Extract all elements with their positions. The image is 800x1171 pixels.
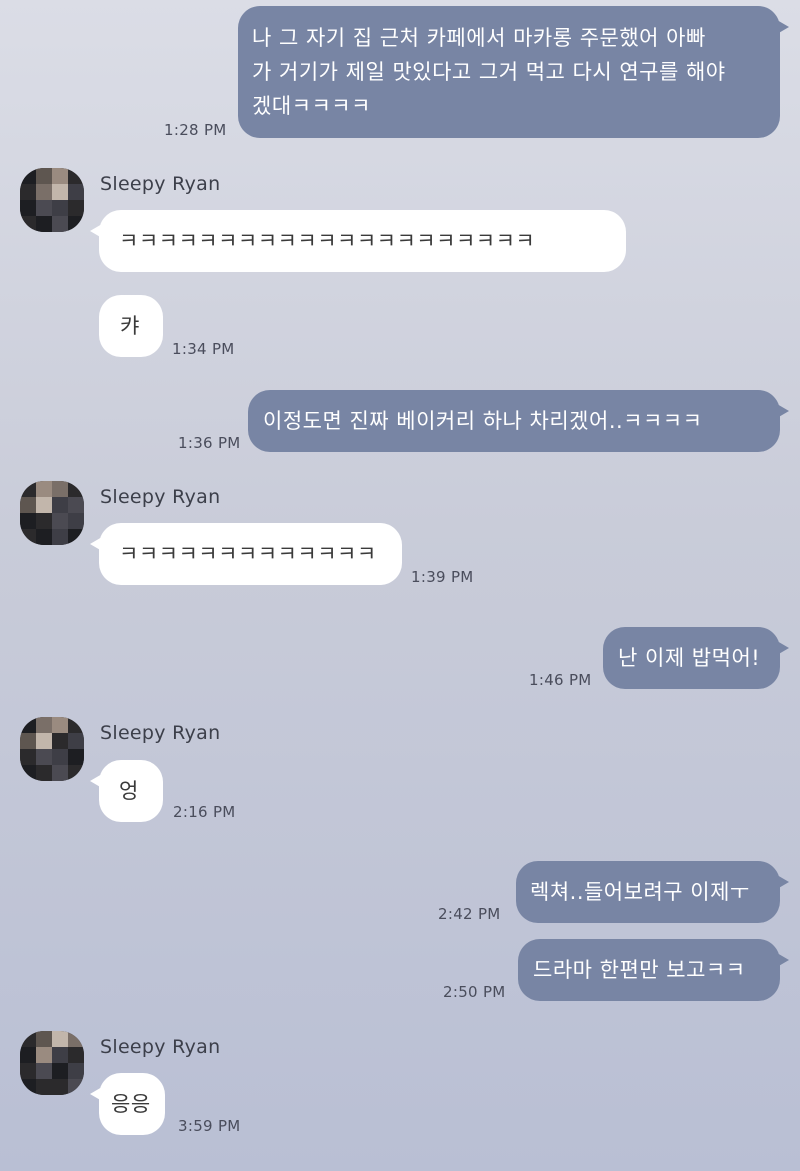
message-timestamp: 3:59 PM — [178, 1117, 241, 1135]
message-timestamp: 1:46 PM — [529, 671, 592, 689]
message-text: 렉쳐..들어보려구 이제ㅜ — [530, 880, 750, 904]
message-text: 캬 — [120, 314, 140, 338]
contact-name: Sleepy Ryan — [100, 173, 221, 195]
outgoing-message-bubble[interactable]: 드라마 한편만 보고ㅋㅋ — [518, 939, 789, 1001]
message-timestamp: 2:50 PM — [443, 983, 506, 1001]
incoming-message-bubble[interactable]: 엉 — [90, 760, 163, 822]
message-timestamp: 1:39 PM — [411, 568, 474, 586]
message-text: 응응 — [111, 1092, 151, 1116]
outgoing-message-bubble[interactable]: 난 이제 밥먹어! — [603, 627, 789, 689]
chat-transcript: 나 그 자기 집 근처 카페에서 마카롱 주문했어 아빠 가 거기가 제일 맛있… — [0, 0, 800, 1171]
message-text-line: 가 거기가 제일 맛있다고 그거 먹고 다시 연구를 해야 — [252, 60, 726, 84]
message-text: ㅋㅋㅋㅋㅋㅋㅋㅋㅋㅋㅋㅋㅋㅋㅋㅋㅋㅋㅋㅋㅋ — [119, 229, 536, 253]
contact-name: Sleepy Ryan — [100, 1036, 221, 1058]
message-text: ㅋㅋㅋㅋㅋㅋㅋㅋㅋㅋㅋㅋㅋ — [119, 542, 377, 566]
outgoing-message-bubble[interactable]: 이정도면 진짜 베이커리 하나 차리겠어..ㅋㅋㅋㅋ — [248, 390, 789, 452]
contact-name: Sleepy Ryan — [100, 486, 221, 508]
contact-name: Sleepy Ryan — [100, 722, 221, 744]
contact-avatar[interactable] — [20, 717, 84, 781]
contact-avatar[interactable] — [20, 1031, 84, 1095]
incoming-message-bubble[interactable]: ㅋㅋㅋㅋㅋㅋㅋㅋㅋㅋㅋㅋㅋ — [90, 523, 402, 585]
outgoing-message-bubble[interactable]: 나 그 자기 집 근처 카페에서 마카롱 주문했어 아빠 가 거기가 제일 맛있… — [238, 6, 789, 138]
message-timestamp: 1:36 PM — [178, 434, 241, 452]
message-text-line: 나 그 자기 집 근처 카페에서 마카롱 주문했어 아빠 — [252, 26, 706, 50]
incoming-message-bubble[interactable]: ㅋㅋㅋㅋㅋㅋㅋㅋㅋㅋㅋㅋㅋㅋㅋㅋㅋㅋㅋㅋㅋ — [90, 210, 626, 272]
message-timestamp: 1:28 PM — [164, 121, 227, 139]
contact-avatar[interactable] — [20, 168, 84, 232]
message-text: 드라마 한편만 보고ㅋㅋ — [533, 958, 746, 982]
message-timestamp: 2:42 PM — [438, 905, 501, 923]
incoming-message-bubble[interactable]: 캬 — [99, 295, 163, 357]
message-text: 이정도면 진짜 베이커리 하나 차리겠어..ㅋㅋㅋㅋ — [263, 409, 703, 433]
message-text-line: 겠대ㅋㅋㅋㅋ — [252, 94, 371, 118]
outgoing-message-bubble[interactable]: 렉쳐..들어보려구 이제ㅜ — [516, 861, 789, 923]
contact-avatar[interactable] — [20, 481, 84, 545]
message-text: 난 이제 밥먹어! — [618, 646, 761, 670]
message-timestamp: 2:16 PM — [173, 803, 236, 821]
incoming-message-bubble[interactable]: 응응 — [90, 1073, 165, 1135]
message-text: 엉 — [119, 779, 139, 803]
message-timestamp: 1:34 PM — [172, 340, 235, 358]
